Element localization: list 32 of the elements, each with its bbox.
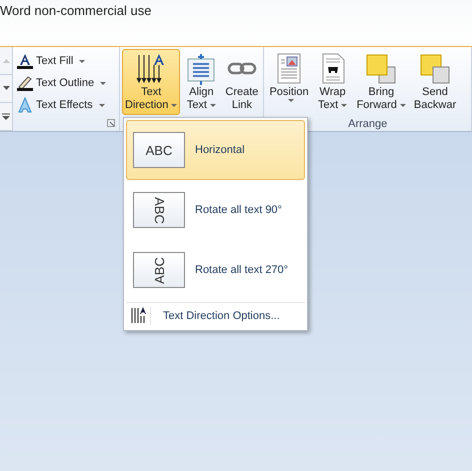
menu-item[interactable]: Text Direction Options... xyxy=(126,302,305,328)
menu-item[interactable]: ABC Horizontal xyxy=(126,120,305,180)
align-text-icon xyxy=(185,53,218,85)
menu-item[interactable]: ABC Rotate all text 270° xyxy=(126,240,305,300)
more-button[interactable] xyxy=(0,103,12,131)
dialog-launcher-icon[interactable] xyxy=(107,119,115,127)
ribbon-button[interactable]: Position xyxy=(266,49,312,115)
letter-a-icon xyxy=(17,53,33,69)
group-label: Arrange xyxy=(347,118,388,131)
scroll-down-button[interactable] xyxy=(0,75,12,103)
pen-icon xyxy=(17,75,33,91)
ribbon-button[interactable]: Send Backwar xyxy=(410,49,460,115)
text-style-button[interactable]: Text Outline xyxy=(15,73,117,93)
ribbon-button[interactable]: Align Text xyxy=(182,49,220,115)
ribbon-button[interactable]: Text Direction xyxy=(122,49,180,115)
ribbon-button[interactable]: Wrap Text xyxy=(314,49,352,115)
text-preview: ABC xyxy=(133,252,185,288)
stacked-squares-icon xyxy=(419,53,452,85)
text-preview: ABC xyxy=(133,192,185,228)
down-arrow-icon xyxy=(2,86,10,91)
text-preview: ABC xyxy=(133,132,185,168)
window-title: Word non-commercial use xyxy=(0,3,152,18)
ribbon-button[interactable]: Create Link xyxy=(222,49,262,115)
text-style-button[interactable]: Text Effects xyxy=(15,95,117,115)
up-arrow-icon xyxy=(2,58,10,63)
text-style-button[interactable]: Text Fill xyxy=(15,51,117,71)
more-icon xyxy=(2,112,10,120)
menu-item[interactable]: ABC Rotate all text 90° xyxy=(126,180,305,240)
ribbon-button[interactable]: Bring Forward xyxy=(354,49,409,115)
stacked-squares-icon xyxy=(365,53,398,85)
text-direction-icon xyxy=(130,306,146,324)
glow-letter-icon xyxy=(17,97,33,113)
